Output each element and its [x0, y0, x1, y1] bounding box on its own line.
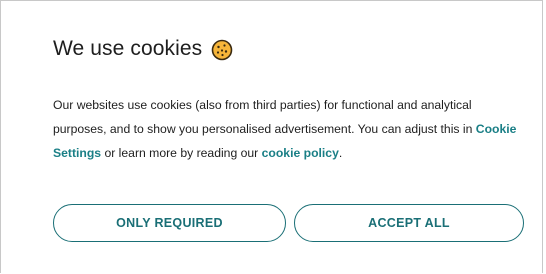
accept-all-button[interactable]: ACCEPT ALL [294, 204, 524, 242]
cookie-icon [211, 39, 233, 61]
description-text-2: or learn more by reading our [101, 146, 262, 160]
cookie-banner: We use cookies Our websites use cookies … [35, 1, 527, 274]
description-text-1: Our websites use cookies (also from thir… [53, 98, 476, 136]
title-row: We use cookies [53, 37, 233, 61]
cookie-policy-link[interactable]: cookie policy [262, 146, 339, 160]
dialog-title: We use cookies [53, 37, 203, 60]
cookie-description: Our websites use cookies (also from thir… [53, 93, 523, 165]
only-required-button[interactable]: ONLY REQUIRED [53, 204, 286, 242]
description-text-end: . [338, 146, 343, 160]
cookie-consent-dialog: We use cookies Our websites use cookies … [0, 0, 543, 273]
